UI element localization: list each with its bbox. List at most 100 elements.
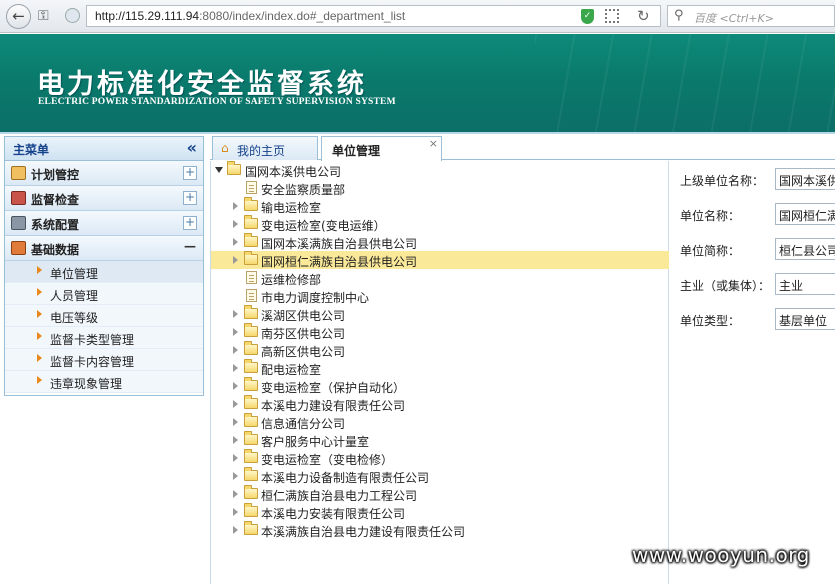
tree-node[interactable]: 桓仁满族自治县电力工程公司 [211, 485, 669, 503]
expand-arrow-icon[interactable] [233, 346, 238, 354]
document-icon [246, 289, 257, 302]
menu-group-label: 基础数据 [31, 243, 80, 257]
close-icon[interactable]: × [429, 137, 438, 150]
browser-toolbar: ← ⚿ http://115.29.111.94:8080/index/inde… [0, 0, 835, 33]
expand-arrow-icon[interactable] [233, 418, 238, 426]
folder-icon [244, 215, 258, 229]
tree-node[interactable]: 本溪电力设备制造有限责任公司 [211, 467, 669, 485]
expand-arrow-icon[interactable] [233, 472, 238, 480]
tree-node[interactable]: 本溪电力安装有限责任公司 [211, 503, 669, 521]
expand-arrow-icon[interactable] [233, 256, 238, 264]
folder-icon [244, 305, 258, 319]
form-row-main-business: 主业（或集体）： 主业 [670, 273, 835, 295]
unit-abbr-field[interactable]: 桓仁县公司 [775, 238, 835, 260]
search-placeholder: 百度 <Ctrl+K> [694, 12, 774, 25]
expand-plus-icon[interactable]: + [183, 216, 197, 230]
watermark: www.wooyun.org [632, 543, 810, 567]
unit-detail-form: 上级单位名称： 国网本溪供 单位名称： 国网桓仁满 单位简称： 桓仁县公司 主业… [670, 161, 835, 584]
expand-arrow-icon[interactable] [233, 454, 238, 462]
header-divider [0, 132, 835, 134]
folder-icon [244, 485, 258, 499]
folder-icon [244, 449, 258, 463]
tab-unit-management[interactable]: 单位管理 × [321, 136, 442, 161]
submenu-unit-management[interactable]: 单位管理 [5, 261, 203, 283]
menu-group-label: 监督检查 [31, 193, 80, 207]
collapse-menu-icon[interactable]: « [187, 138, 197, 157]
submenu-card-type[interactable]: 监督卡类型管理 [5, 327, 203, 349]
tree-node-label: 国网本溪满族自治县供电公司 [261, 237, 418, 251]
qr-code-icon[interactable] [605, 9, 619, 23]
menu-group-config[interactable]: 系统配置 + [5, 211, 203, 236]
collapse-minus-icon[interactable]: — [183, 240, 197, 255]
tree-node-label: 运维检修部 [261, 273, 322, 287]
main-business-field[interactable]: 主业 [775, 273, 835, 295]
expand-arrow-icon[interactable] [215, 167, 223, 173]
expand-arrow-icon[interactable] [233, 238, 238, 246]
tree-node[interactable]: 变电运检室（变电检修） [211, 449, 669, 467]
expand-arrow-icon[interactable] [233, 490, 238, 498]
tree-node[interactable]: 信息通信分公司 [211, 413, 669, 431]
tree-root[interactable]: 国网本溪供电公司 [211, 161, 669, 179]
tree-node-label: 配电运检室 [261, 363, 322, 377]
expand-arrow-icon[interactable] [233, 310, 238, 318]
tree-node[interactable]: 市电力调度控制中心 [211, 287, 669, 305]
tree-node-label: 市电力调度控制中心 [261, 291, 370, 305]
submenu-violation[interactable]: 违章现象管理 [5, 371, 203, 393]
expand-arrow-icon[interactable] [233, 220, 238, 228]
arrow-right-icon [37, 288, 42, 296]
tree-node[interactable]: 高新区供电公司 [211, 341, 669, 359]
address-bar[interactable]: http://115.29.111.94:8080/index/index.do… [86, 5, 661, 27]
submenu-voltage-level[interactable]: 电压等级 [5, 305, 203, 327]
arrow-right-icon [37, 266, 42, 274]
arrow-right-icon [37, 310, 42, 318]
tree-node[interactable]: 运维检修部 [211, 269, 669, 287]
form-label: 主业（或集体）： [680, 279, 771, 293]
folder-icon [244, 233, 258, 247]
form-row-unit-name: 单位名称： 国网桓仁满 [670, 203, 835, 225]
key-icon[interactable]: ⚿ [38, 8, 49, 24]
submenu-card-content[interactable]: 监督卡内容管理 [5, 349, 203, 371]
refresh-icon[interactable]: ↻ [637, 7, 650, 25]
expand-arrow-icon[interactable] [233, 436, 238, 444]
expand-arrow-icon[interactable] [233, 202, 238, 210]
tree-node[interactable]: 变电运检室（保护自动化） [211, 377, 669, 395]
expand-arrow-icon[interactable] [233, 328, 238, 336]
folder-icon [244, 395, 258, 409]
menu-group-plan[interactable]: 计划管控 + [5, 161, 203, 186]
expand-plus-icon[interactable]: + [183, 166, 197, 180]
system-title: 电力标准化安全监督系统 [37, 69, 367, 100]
expand-arrow-icon[interactable] [233, 382, 238, 390]
parent-unit-field[interactable]: 国网本溪供 [775, 168, 835, 190]
tree-node-label: 客户服务中心计量室 [261, 435, 370, 449]
unit-name-field[interactable]: 国网桓仁满 [775, 203, 835, 225]
tree-node-label: 国网桓仁满族自治县供电公司 [261, 255, 418, 269]
menu-group-basedata[interactable]: 基础数据 — [5, 236, 203, 261]
form-row-unit-abbr: 单位简称： 桓仁县公司 [670, 238, 835, 260]
tree-node[interactable]: 客户服务中心计量室 [211, 431, 669, 449]
tree-node[interactable]: 南芬区供电公司 [211, 323, 669, 341]
tree-node[interactable]: 溪湖区供电公司 [211, 305, 669, 323]
tree-node[interactable]: 配电运检室 [211, 359, 669, 377]
tree-node-label: 国网本溪供电公司 [245, 165, 342, 179]
tree-node[interactable]: 本溪电力建设有限责任公司 [211, 395, 669, 413]
submenu-personnel-management[interactable]: 人员管理 [5, 283, 203, 305]
tree-node[interactable]: 输电运检室 [211, 197, 669, 215]
expand-arrow-icon[interactable] [233, 364, 238, 372]
menu-group-inspection[interactable]: 监督检查 + [5, 186, 203, 211]
tree-node[interactable]: 本溪满族自治县电力建设有限责任公司 [211, 521, 669, 539]
shield-icon[interactable]: ✓ [581, 9, 594, 24]
browser-search-box[interactable]: ⚲ 百度 <Ctrl+K> [667, 5, 835, 27]
expand-arrow-icon[interactable] [233, 526, 238, 534]
unit-type-field[interactable]: 基层单位 [775, 308, 835, 330]
tree-node[interactable]: 国网本溪满族自治县供电公司 [211, 233, 669, 251]
expand-plus-icon[interactable]: + [183, 191, 197, 205]
expand-arrow-icon[interactable] [233, 400, 238, 408]
back-arrow-icon[interactable]: ← [6, 4, 31, 29]
tree-node[interactable]: 安全监察质量部 [211, 179, 669, 197]
tab-home[interactable]: ⌂ 我的主页 [212, 136, 318, 160]
tree-node[interactable]: 变电运检室(变电运维） [211, 215, 669, 233]
arrow-right-icon [37, 376, 42, 384]
tree-node[interactable]: 国网桓仁满族自治县供电公司 [211, 251, 669, 269]
expand-arrow-icon[interactable] [233, 508, 238, 516]
form-row-unit-type: 单位类型： 基层单位 [670, 308, 835, 330]
